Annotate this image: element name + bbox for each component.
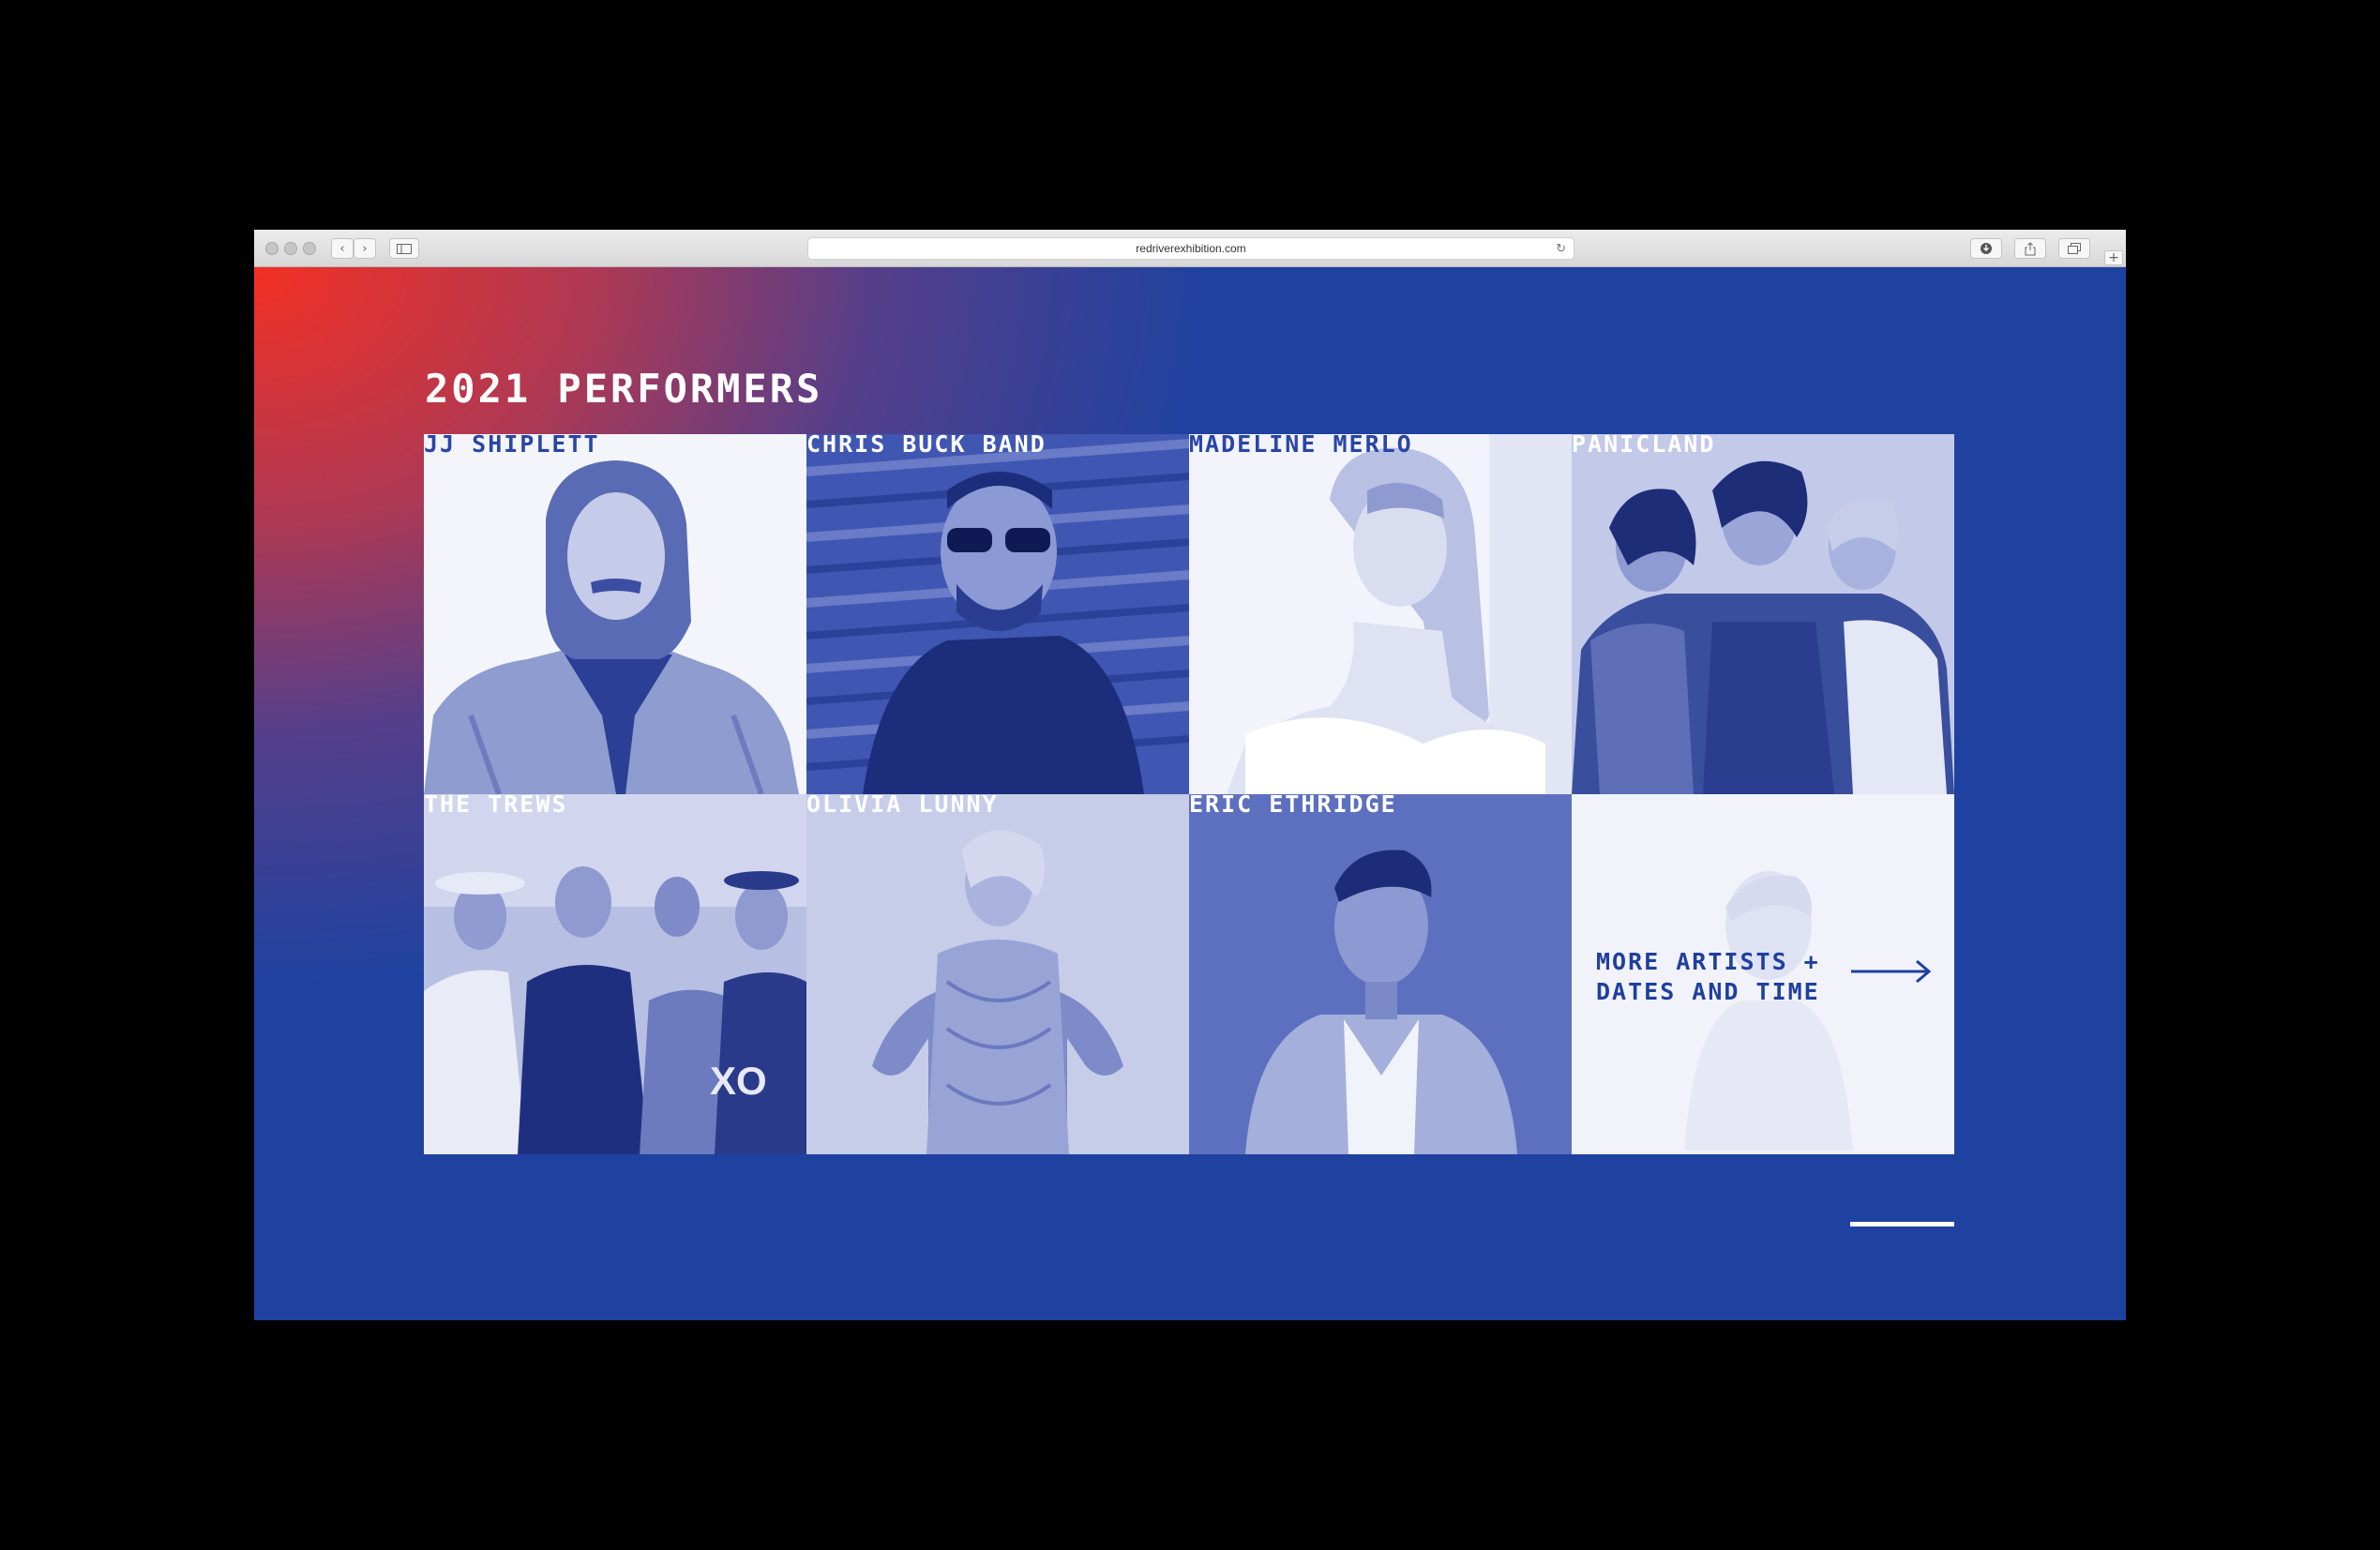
downloads-button[interactable]	[1970, 238, 2002, 259]
arrow-right-icon[interactable]	[1849, 957, 1932, 986]
performer-name[interactable]: THE TREWS	[424, 794, 567, 818]
performer-name[interactable]: JJ SHIPLETT	[424, 434, 600, 458]
performer-name[interactable]: CHRIS BUCK BAND	[806, 434, 1047, 458]
download-icon	[1981, 243, 1992, 254]
back-button[interactable]: ‹	[331, 238, 354, 259]
performer-photo: XO	[424, 794, 806, 1154]
section-divider	[1850, 1222, 1954, 1226]
plus-icon: +	[2108, 250, 2119, 265]
performer-name[interactable]: OLIVIA LUNNY	[806, 794, 999, 818]
zoom-window-button[interactable]	[303, 242, 316, 255]
share-button[interactable]	[2014, 238, 2046, 259]
svg-text:XO: XO	[710, 1059, 767, 1103]
more-artists-line1: MORE ARTISTS +	[1596, 948, 1820, 975]
performer-card-madeline-merlo[interactable]: MADELINE MERLO	[1189, 434, 1572, 794]
reload-icon[interactable]: ↻	[1556, 241, 1566, 256]
sidebar-icon	[397, 243, 412, 254]
performer-photo	[1572, 434, 1954, 794]
more-artists-text[interactable]: MORE ARTISTS + DATES AND TIME	[1596, 947, 1820, 1007]
chevron-left-icon: ‹	[339, 241, 345, 256]
browser-window: ‹ › redriverexhibition.com ↻ + 2021 PERF…	[254, 230, 2126, 1320]
sidebar-toggle-button[interactable]	[389, 238, 419, 259]
share-icon	[2025, 241, 2036, 255]
minimize-window-button[interactable]	[284, 242, 297, 255]
performer-name[interactable]: PANICLAND	[1572, 434, 1715, 458]
address-bar[interactable]: redriverexhibition.com ↻	[807, 237, 1574, 260]
close-window-button[interactable]	[265, 242, 279, 255]
performer-photo	[1189, 794, 1572, 1154]
performer-card-jj-shiplett[interactable]: JJ SHIPLETT	[424, 434, 806, 794]
performer-name[interactable]: MADELINE MERLO	[1189, 434, 1413, 458]
url-text: redriverexhibition.com	[1136, 242, 1246, 255]
performers-grid: JJ SHIPLETT CHRIS BUCK BAND MADELINE MER…	[424, 434, 1954, 1154]
forward-button[interactable]: ›	[354, 238, 376, 259]
performer-photo	[424, 434, 806, 794]
tabs-icon	[2068, 242, 2081, 254]
performer-card-eric-ethridge[interactable]: ERIC ETHRIDGE	[1189, 794, 1572, 1154]
performer-card-chris-buck-band[interactable]: CHRIS BUCK BAND	[806, 434, 1189, 794]
page-title: 2021 PERFORMERS	[425, 366, 823, 412]
tabs-overview-button[interactable]	[2058, 238, 2090, 259]
new-tab-button[interactable]: +	[2104, 250, 2123, 265]
performer-photo	[806, 794, 1189, 1154]
performer-photo	[1189, 434, 1572, 794]
browser-toolbar: ‹ › redriverexhibition.com ↻ +	[254, 230, 2126, 267]
more-artists-line2: DATES AND TIME	[1596, 978, 1820, 1005]
performer-photo	[806, 434, 1189, 794]
performer-card-panicland[interactable]: PANICLAND	[1572, 434, 1954, 794]
performer-card-olivia-lunny[interactable]: OLIVIA LUNNY	[806, 794, 1189, 1154]
more-artists-link[interactable]: MORE ARTISTS + DATES AND TIME	[1572, 794, 1954, 1154]
page-content: 2021 PERFORMERS JJ SHIPLETT CHRIS BUCK B…	[254, 267, 2126, 1320]
chevron-right-icon: ›	[362, 241, 368, 256]
performer-card-the-trews[interactable]: XO THE TREWS	[424, 794, 806, 1154]
performer-name[interactable]: ERIC ETHRIDGE	[1189, 794, 1397, 818]
